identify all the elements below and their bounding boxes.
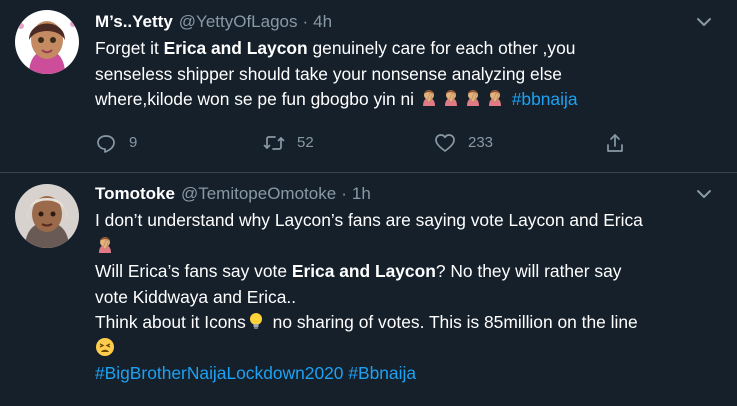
tweet-text: Forget it Erica and Laycon genuinely car… — [95, 38, 578, 109]
tired-face-emoji — [95, 337, 115, 357]
hashtag-link[interactable]: #Bbnaija — [348, 363, 416, 383]
avatar[interactable] — [15, 184, 79, 248]
avatar[interactable] — [15, 10, 79, 74]
tweet-text: I don’t understand why Laycon’s fans are… — [95, 210, 643, 383]
share-icon — [607, 133, 623, 152]
facepalm-emoji — [95, 235, 115, 255]
reply-count: 9 — [129, 134, 138, 151]
timestamp[interactable]: 4h — [313, 11, 332, 33]
facepalm-emoji — [463, 88, 483, 108]
timestamp[interactable]: 1h — [352, 183, 371, 205]
reply-icon — [97, 134, 115, 153]
facepalm-emoji — [441, 88, 461, 108]
chevron-down-icon[interactable] — [693, 11, 715, 33]
hashtag-link[interactable]: #bbnaija — [512, 89, 578, 109]
tweet[interactable]: Tomotoke @TemitopeOmotoke · 1h I don’t u… — [0, 173, 737, 406]
chevron-down-icon[interactable] — [693, 183, 715, 205]
like-icon — [435, 133, 455, 152]
separator-dot: · — [302, 12, 309, 31]
reply-button[interactable]: 9 — [95, 132, 263, 154]
display-name[interactable]: M’s..Yetty — [95, 11, 173, 33]
like-button[interactable]: 233 — [434, 132, 604, 154]
display-name[interactable]: Tomotoke — [95, 183, 175, 205]
like-count: 233 — [468, 134, 494, 151]
hashtag-link[interactable]: #BigBrotherNaijaLockdown2020 — [95, 363, 343, 383]
retweet-button[interactable]: 52 — [263, 132, 434, 154]
tweet-actions: 9 52 233 — [95, 131, 723, 155]
separator-dot: · — [341, 184, 347, 203]
facepalm-emoji — [485, 88, 505, 108]
lightbulb-emoji — [246, 311, 266, 331]
tweet[interactable]: M’s..Yetty @YettyOfLagos · 4h Forget it … — [0, 0, 737, 173]
user-handle[interactable]: @YettyOfLagos — [179, 11, 298, 33]
user-handle[interactable]: @TemitopeOmotoke — [181, 183, 336, 205]
facepalm-emoji — [419, 88, 439, 108]
retweet-icon — [263, 135, 285, 150]
share-button[interactable] — [604, 132, 626, 154]
retweet-count: 52 — [297, 134, 314, 151]
